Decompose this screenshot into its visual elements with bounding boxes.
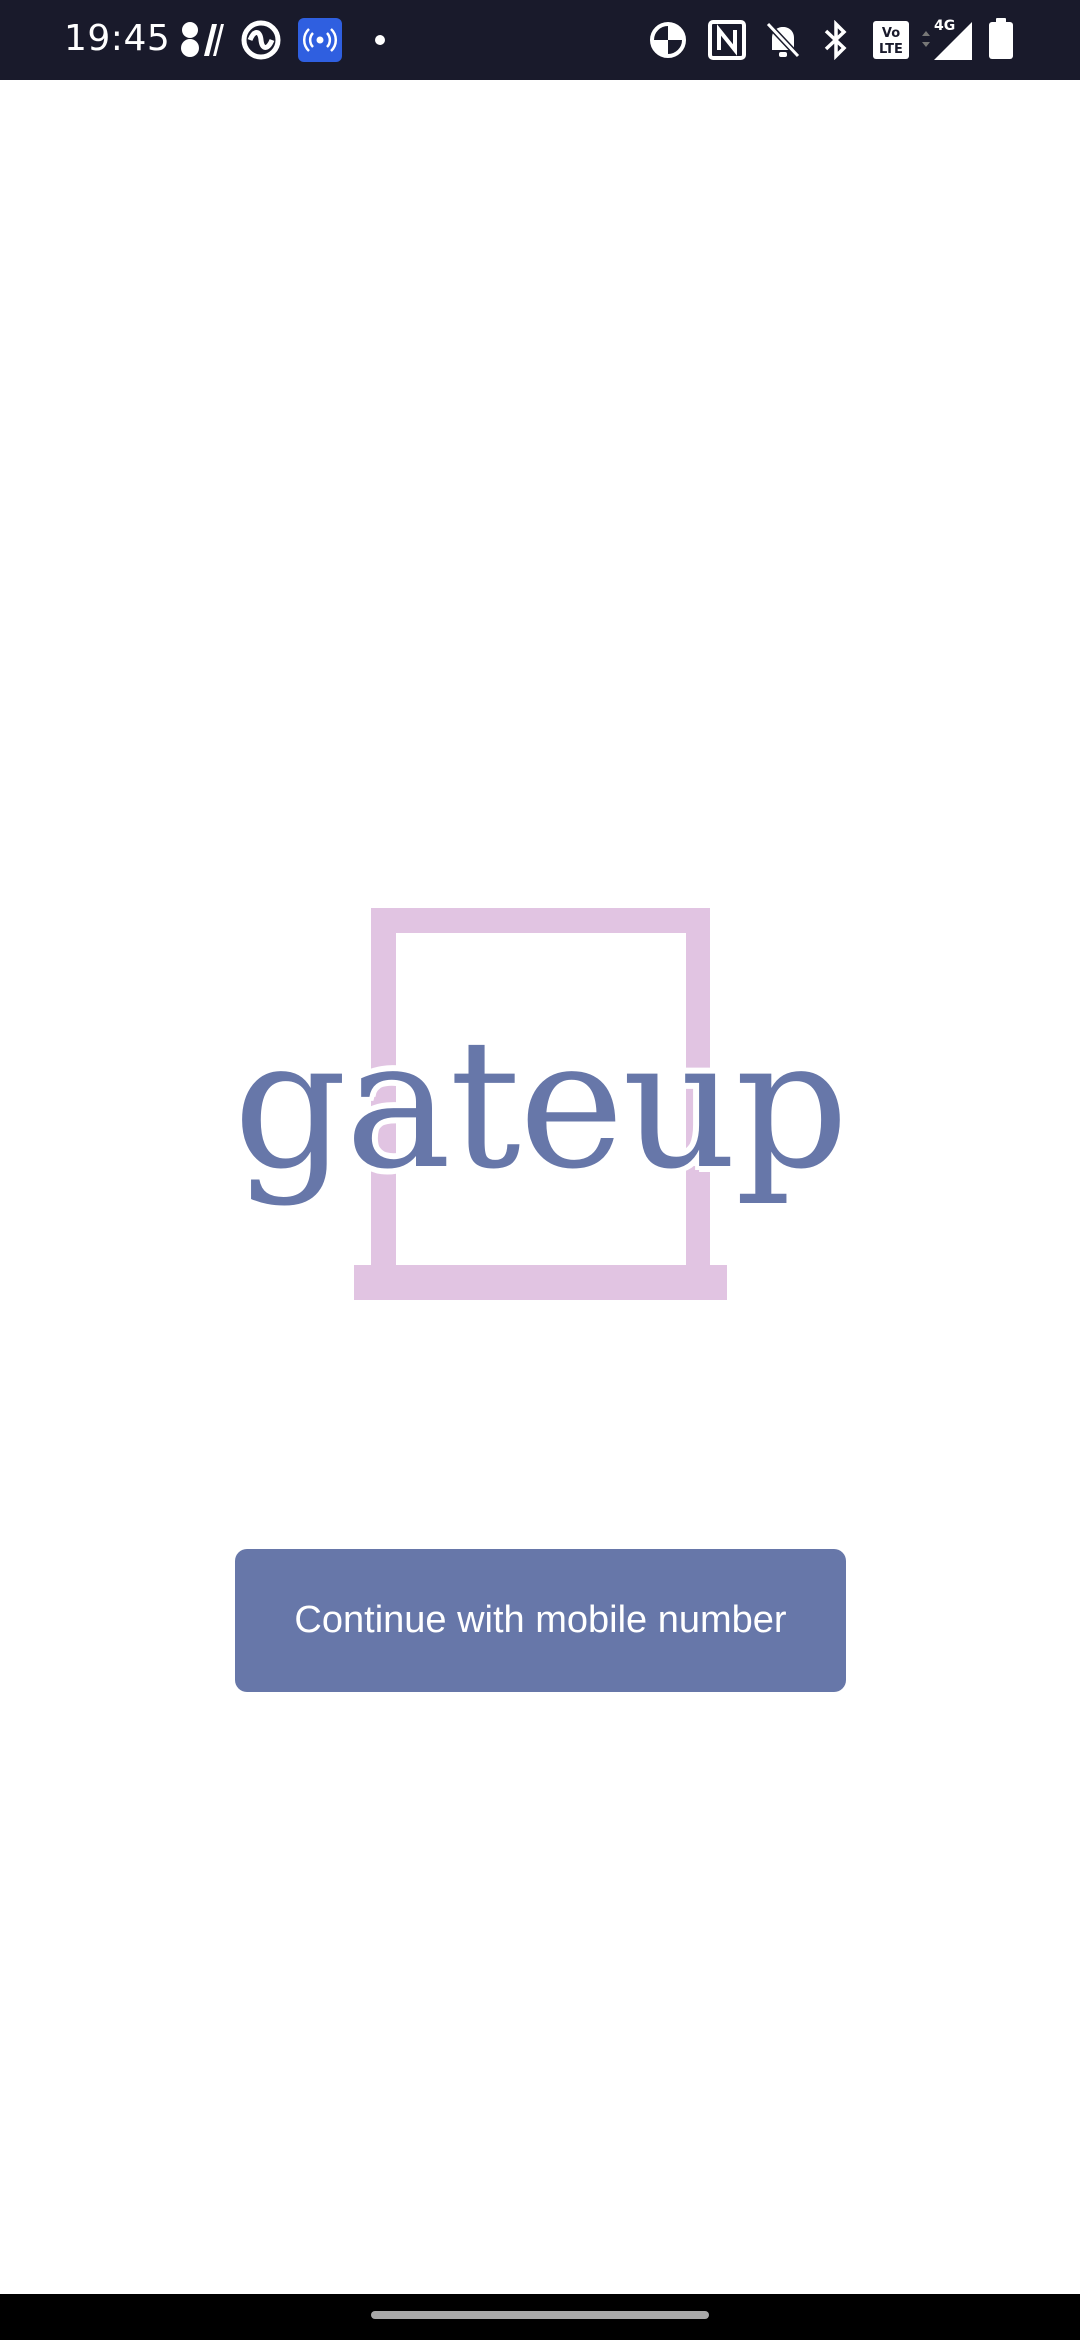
wechat-icon xyxy=(180,20,224,60)
nfc-icon xyxy=(708,20,746,60)
svg-text:Vo: Vo xyxy=(882,26,900,41)
status-bar: 19:45 Vo LTE 4G xyxy=(0,0,1080,80)
login-screen: 19:45 Vo LTE 4G gateup Continue with mob… xyxy=(0,0,1080,2340)
svg-text:LTE: LTE xyxy=(879,42,903,57)
hotspot-icon xyxy=(298,18,342,62)
compass-icon xyxy=(240,20,282,60)
status-time: 19:45 xyxy=(64,18,171,59)
navigation-bar xyxy=(0,2294,1080,2340)
continue-with-mobile-button[interactable]: Continue with mobile number xyxy=(235,1549,846,1692)
signal-icon: 4G xyxy=(916,16,976,60)
network-label: 4G xyxy=(934,18,955,34)
logo-wordmark: gateup xyxy=(233,1001,849,1208)
bluetooth-icon xyxy=(822,20,850,60)
data-saver-icon xyxy=(648,20,688,60)
dot-icon xyxy=(374,34,386,74)
battery-icon xyxy=(988,18,1014,59)
home-indicator[interactable] xyxy=(371,2311,709,2319)
bell-off-icon xyxy=(764,20,802,60)
volte-icon: Vo LTE xyxy=(872,20,910,60)
